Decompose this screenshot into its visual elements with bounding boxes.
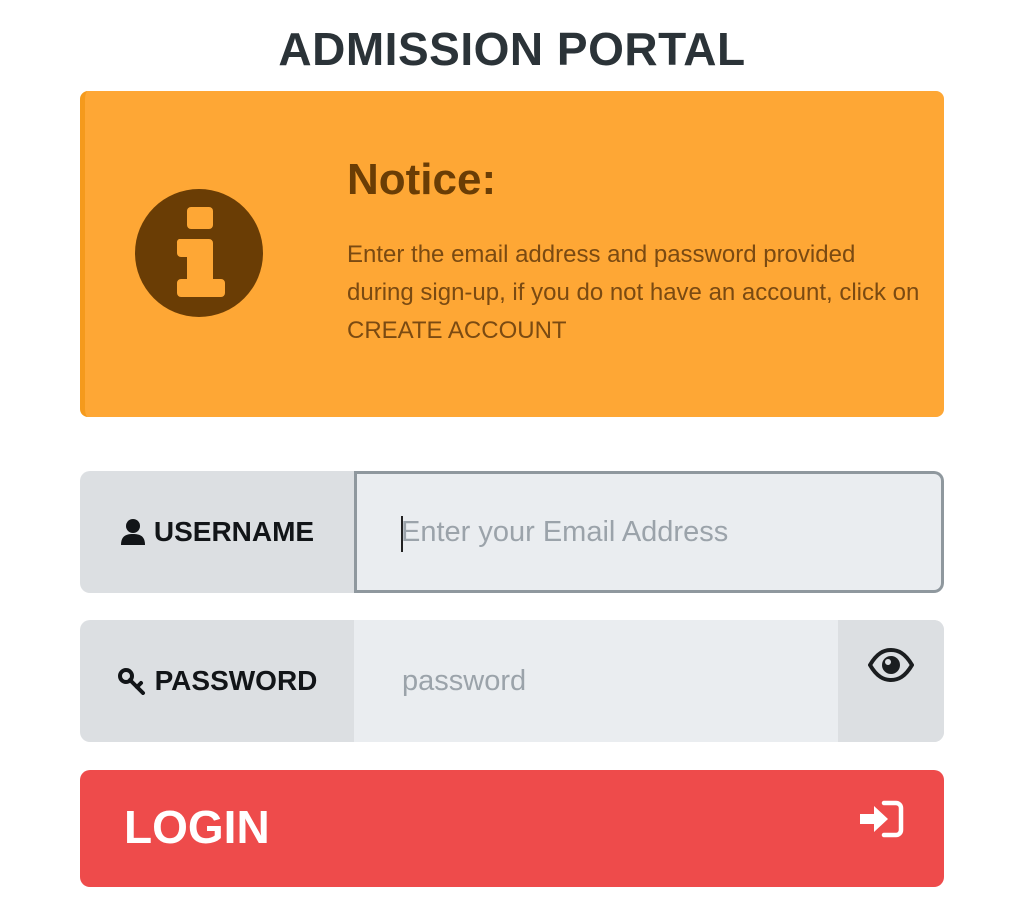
password-row: PASSWORD (80, 620, 944, 742)
username-row: USERNAME (80, 471, 944, 593)
page-title: ADMISSION PORTAL (278, 23, 746, 75)
password-label: PASSWORD (80, 620, 354, 742)
info-icon (135, 189, 263, 317)
username-label: USERNAME (80, 471, 354, 593)
notice-panel: Notice: Enter the email address and pass… (80, 91, 944, 417)
password-label-text: PASSWORD (154, 665, 318, 696)
login-label: LOGIN (124, 801, 270, 853)
notice-text: Enter the email address and password pro… (347, 241, 920, 344)
show-password-toggle[interactable] (838, 620, 944, 742)
username-input[interactable] (401, 474, 881, 590)
username-label-text: USERNAME (153, 516, 315, 547)
notice-title: Notice: (347, 155, 497, 204)
password-input[interactable] (402, 620, 802, 742)
password-field[interactable] (354, 620, 838, 742)
sign-in-icon (860, 800, 904, 838)
username-field[interactable] (354, 471, 944, 593)
key-icon (117, 668, 145, 695)
user-icon (120, 519, 145, 545)
login-button[interactable]: LOGIN (80, 770, 944, 887)
eye-icon (868, 648, 914, 682)
